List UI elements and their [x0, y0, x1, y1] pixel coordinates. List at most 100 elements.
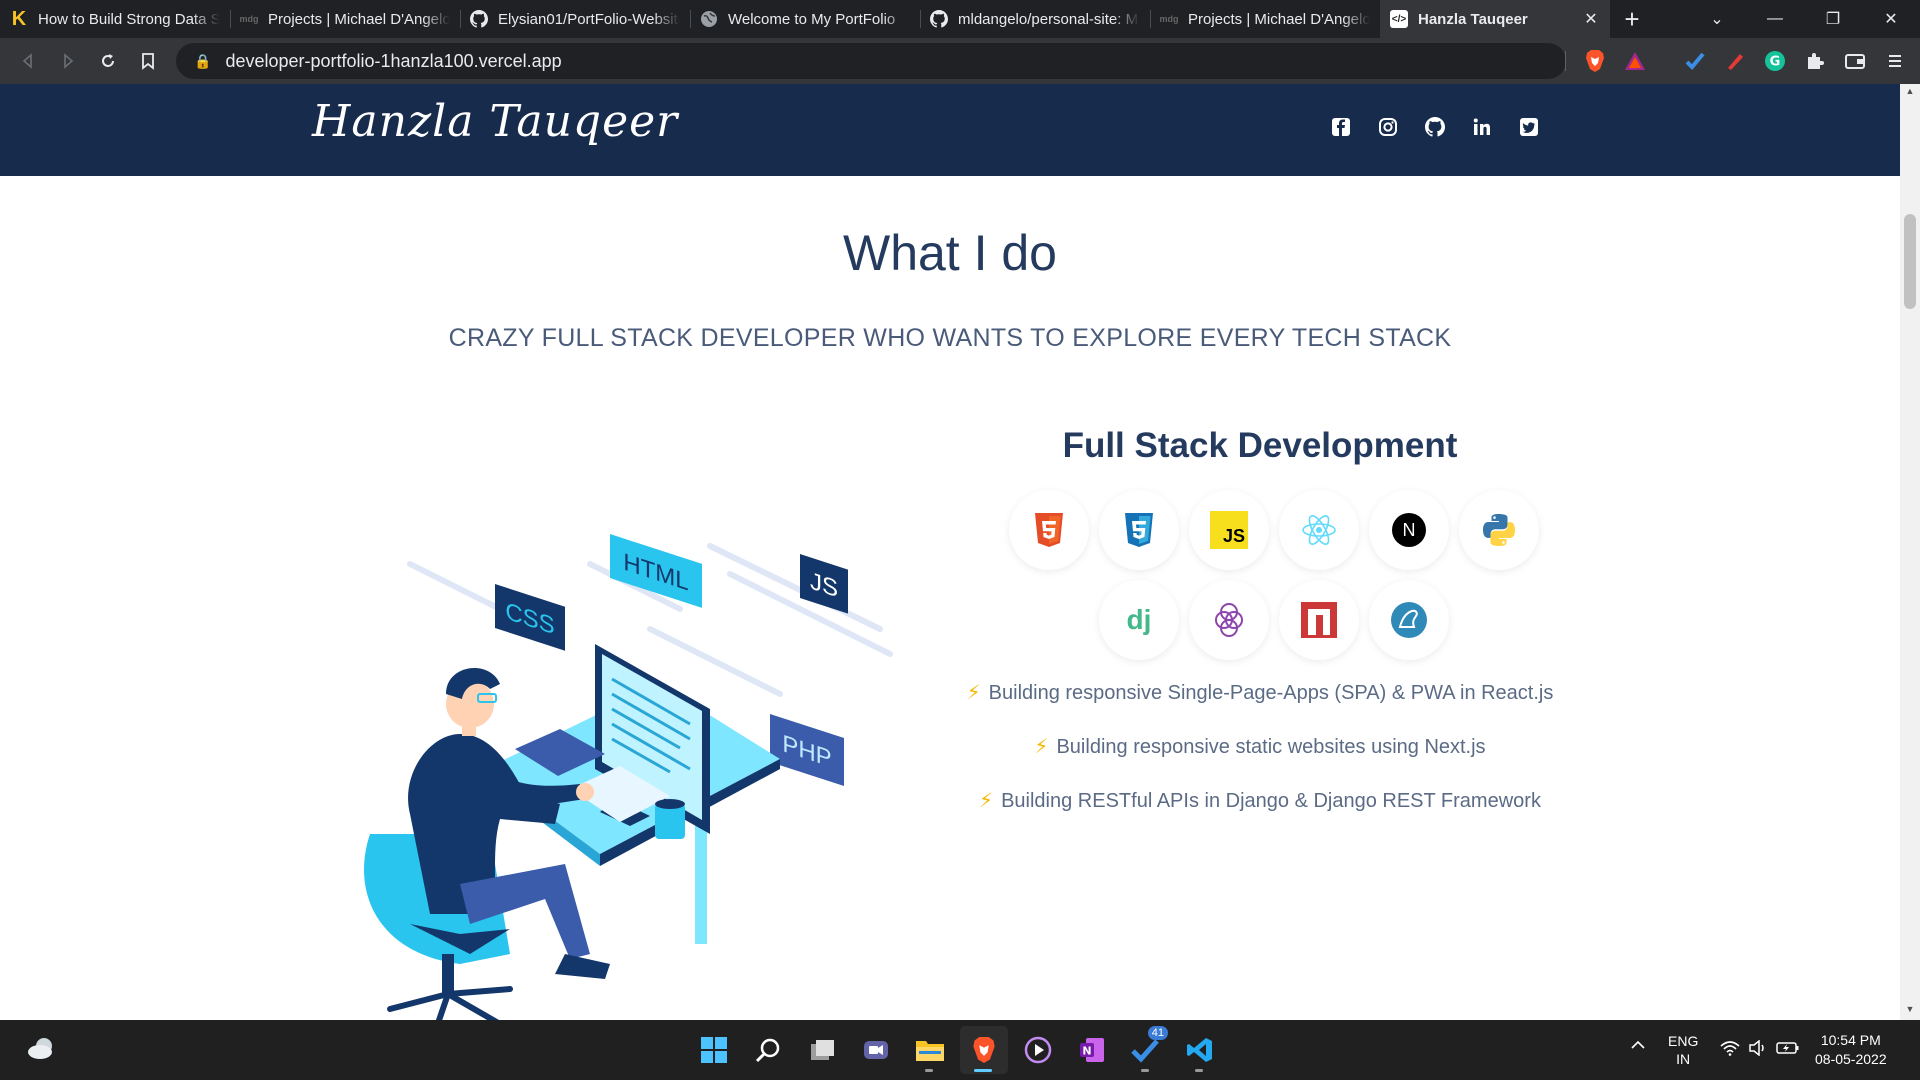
tab-title: Projects | Michael D'Angelo: [1188, 10, 1370, 28]
grammarly-icon[interactable]: G: [1755, 43, 1795, 79]
windows-taskbar: N 41 ENG IN 10:54 PM 08-05-2022: [0, 1020, 1920, 1080]
django-icon[interactable]: dj: [1099, 580, 1179, 660]
file-explorer-icon[interactable]: [906, 1026, 954, 1074]
system-tray-icons[interactable]: [1720, 1040, 1800, 1056]
bookmark-button[interactable]: [128, 43, 168, 79]
browser-toolbar: 🔒 developer-portfolio-1hanzla100.vercel.…: [0, 38, 1920, 84]
todo-extension-icon[interactable]: [1675, 43, 1715, 79]
new-tab-button[interactable]: +: [1610, 0, 1654, 38]
teams-chat-icon[interactable]: [852, 1026, 900, 1074]
github-icon: [930, 10, 948, 28]
lightning-icon: ⚡: [979, 790, 994, 812]
tab-title: mldangelo/personal-site: M: [958, 10, 1139, 28]
battery-icon: [1776, 1042, 1799, 1054]
todo-count-badge: 41: [1147, 1026, 1168, 1040]
feature-item-3: ⚡ Building RESTful APIs in Django & Djang…: [979, 790, 1541, 812]
section-subtitle: CRAZY FULL STACK DEVELOPER WHO WANTS TO …: [448, 324, 1452, 352]
url-text: developer-portfolio-1hanzla100.vercel.ap…: [225, 50, 562, 71]
brave-shields-icon[interactable]: [1575, 43, 1615, 79]
developer-illustration: HTML JS CSS PHP: [350, 534, 900, 1020]
page-scrollbar[interactable]: ▲ ▼: [1900, 84, 1920, 1020]
section-title: What I do: [843, 225, 1057, 281]
tab-title: Elysian01/PortFolio-Website: [498, 10, 680, 28]
svg-text:N: N: [1082, 1045, 1091, 1058]
tab-title: Welcome to My PortFolio: [728, 10, 896, 28]
mariadb-icon[interactable]: [1369, 580, 1449, 660]
search-icon[interactable]: [744, 1026, 792, 1074]
address-bar[interactable]: 🔒 developer-portfolio-1hanzla100.vercel.…: [176, 43, 1566, 79]
svg-text:G: G: [1770, 55, 1781, 70]
instagram-icon[interactable]: [1375, 114, 1400, 139]
github-icon[interactable]: [1422, 114, 1447, 139]
tab-search-chevron-icon[interactable]: ⌄: [1688, 0, 1746, 38]
tab-title: How to Build Strong Data S: [38, 10, 220, 28]
react-icon[interactable]: [1279, 490, 1359, 570]
task-view-icon[interactable]: [798, 1026, 846, 1074]
todo-app-icon[interactable]: 41: [1122, 1026, 1170, 1074]
linkedin-icon[interactable]: [1469, 114, 1494, 139]
tab-title: Hanzla Tauqeer: [1418, 10, 1528, 28]
weather-icon[interactable]: [26, 1034, 58, 1067]
brave-rewards-icon[interactable]: [1615, 43, 1655, 79]
tab-2[interactable]: Elysian01/PortFolio-Website: [460, 0, 690, 38]
vscode-icon[interactable]: [1176, 1026, 1224, 1074]
tab-0[interactable]: K How to Build Strong Data S: [0, 0, 230, 38]
reload-button[interactable]: [88, 43, 128, 79]
window-controls: ⌄ — ❐ ✕: [1688, 0, 1920, 38]
k-favicon-icon: K: [11, 7, 27, 30]
tab-title: Projects | Michael D'Angelo: [268, 10, 450, 28]
code-icon: </>: [1390, 10, 1408, 28]
skill-category-title: Full Stack Development: [1062, 426, 1458, 465]
github-icon: [470, 10, 488, 28]
onenote-icon[interactable]: N: [1068, 1026, 1116, 1074]
page-viewport: Hanzla Tauqeer What I do CRAZY FULL STAC…: [0, 84, 1900, 1020]
nextjs-icon[interactable]: N: [1369, 490, 1449, 570]
wifi-icon: [1720, 1041, 1740, 1056]
twitter-icon[interactable]: [1516, 114, 1541, 139]
social-links: [1328, 114, 1541, 139]
scroll-down-arrow-icon[interactable]: ▼: [1900, 1004, 1920, 1018]
brave-browser-icon[interactable]: [960, 1026, 1008, 1074]
npm-icon[interactable]: [1279, 580, 1359, 660]
menu-icon[interactable]: [1875, 43, 1915, 79]
start-button[interactable]: [690, 1026, 738, 1074]
tab-4[interactable]: mldangelo/personal-site: M: [920, 0, 1150, 38]
clock[interactable]: 10:54 PM 08-05-2022: [1815, 1031, 1887, 1069]
restore-button[interactable]: ❐: [1804, 0, 1862, 38]
mdg-favicon-icon: mdg: [1159, 14, 1179, 24]
extensions-row: G: [1575, 43, 1915, 79]
scrollbar-thumb[interactable]: [1904, 214, 1916, 309]
language-indicator[interactable]: ENG IN: [1668, 1032, 1698, 1068]
html5-icon[interactable]: [1009, 490, 1089, 570]
media-player-icon[interactable]: [1014, 1026, 1062, 1074]
taskbar-apps: N 41: [690, 1026, 1224, 1074]
graphql-icon[interactable]: [1189, 580, 1269, 660]
forward-button[interactable]: [48, 43, 88, 79]
tab-strip: K How to Build Strong Data S mdg Project…: [0, 0, 1920, 38]
back-button[interactable]: [8, 43, 48, 79]
facebook-icon[interactable]: [1328, 114, 1353, 139]
tab-5[interactable]: mdg Projects | Michael D'Angelo: [1150, 0, 1380, 38]
javascript-icon[interactable]: JS: [1189, 490, 1269, 570]
highlighter-extension-icon[interactable]: [1715, 43, 1755, 79]
minimize-button[interactable]: —: [1746, 0, 1804, 38]
skills-row-2: dj: [1099, 580, 1449, 660]
close-tab-icon[interactable]: ✕: [1582, 9, 1600, 29]
site-header: Hanzla Tauqeer: [0, 84, 1900, 176]
globe-icon: [700, 10, 718, 28]
site-logo[interactable]: Hanzla Tauqeer: [312, 96, 678, 147]
wallet-icon[interactable]: [1835, 43, 1875, 79]
feature-item-1: ⚡ Building responsive Single-Page-Apps (S…: [966, 682, 1554, 704]
close-window-button[interactable]: ✕: [1862, 0, 1920, 38]
tab-1[interactable]: mdg Projects | Michael D'Angelo: [230, 0, 460, 38]
feature-item-2: ⚡ Building responsive static websites usi…: [1034, 736, 1486, 758]
tab-3[interactable]: Welcome to My PortFolio: [690, 0, 920, 38]
python-icon[interactable]: [1459, 490, 1539, 570]
extensions-puzzle-icon[interactable]: [1795, 43, 1835, 79]
tab-6-active[interactable]: </> Hanzla Tauqeer ✕: [1380, 0, 1610, 38]
lock-icon: 🔒: [194, 52, 212, 69]
show-hidden-icons-chevron[interactable]: [1630, 1038, 1646, 1054]
mdg-favicon-icon: mdg: [239, 14, 259, 24]
scroll-up-arrow-icon[interactable]: ▲: [1900, 86, 1920, 100]
css3-icon[interactable]: [1099, 490, 1179, 570]
